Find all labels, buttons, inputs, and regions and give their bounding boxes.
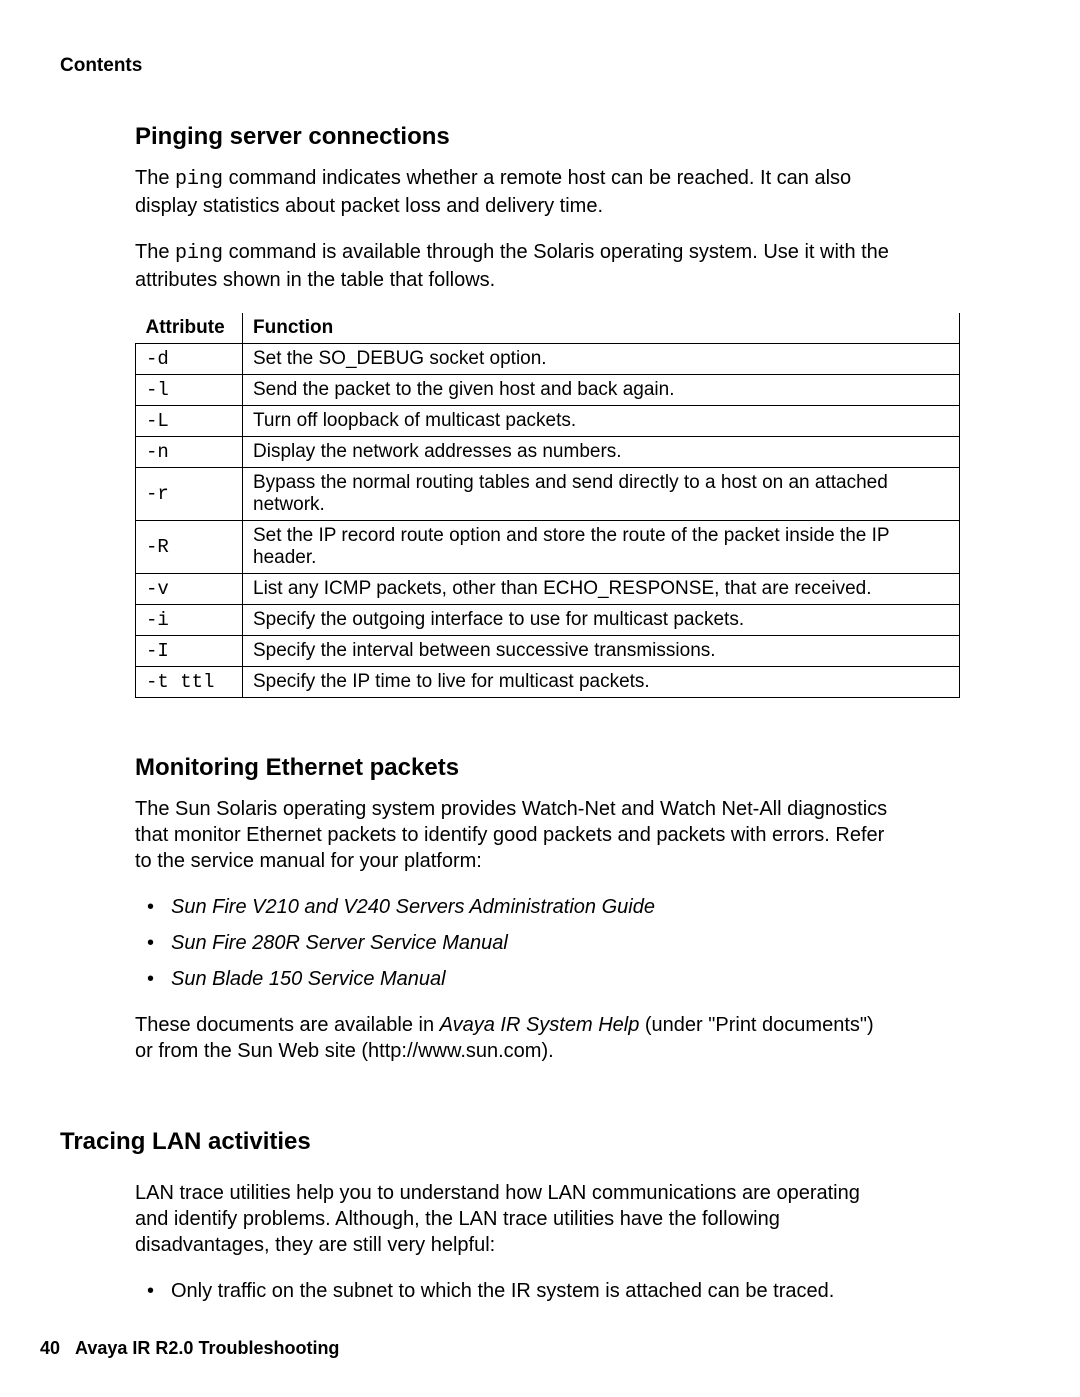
table-row: -RSet the IP record route option and sto… (136, 521, 960, 574)
cell-attribute: -L (136, 406, 243, 437)
list-item: Sun Blade 150 Service Manual (135, 966, 890, 992)
paragraph: The ping command is available through th… (135, 239, 890, 293)
section-monitoring: Monitoring Ethernet packets The Sun Sola… (135, 754, 890, 1064)
cell-function: Specify the interval between successive … (243, 636, 960, 667)
cell-function: Bypass the normal routing tables and sen… (243, 468, 960, 521)
table-row: -t ttlSpecify the IP time to live for mu… (136, 667, 960, 698)
col-header-attribute: Attribute (136, 313, 243, 344)
text-run: The (135, 167, 175, 189)
cell-attribute: -l (136, 375, 243, 406)
attributes-table: Attribute Function -dSet the SO_DEBUG so… (135, 313, 960, 698)
cell-attribute: -t ttl (136, 667, 243, 698)
list-item: Sun Fire 280R Server Service Manual (135, 930, 890, 956)
paragraph: The ping command indicates whether a rem… (135, 165, 890, 219)
table-row: -LTurn off loopback of multicast packets… (136, 406, 960, 437)
inline-code: ping (175, 168, 223, 191)
section-pinging: Pinging server connections The ping comm… (135, 123, 890, 293)
list-item: Sun Fire V210 and V240 Servers Administr… (135, 894, 890, 920)
text-run: The (135, 241, 175, 263)
cell-function: Turn off loopback of multicast packets. (243, 406, 960, 437)
heading-pinging: Pinging server connections (135, 123, 890, 151)
section-tracing-body: LAN trace utilities help you to understa… (135, 1180, 890, 1304)
table-row: -ISpecify the interval between successiv… (136, 636, 960, 667)
page-footer: 40 Avaya IR R2.0 Troubleshooting (40, 1338, 339, 1359)
cell-function: Set the IP record route option and store… (243, 521, 960, 574)
cell-function: Specify the IP time to live for multicas… (243, 667, 960, 698)
col-header-function: Function (243, 313, 960, 344)
heading-tracing: Tracing LAN activities (60, 1128, 1020, 1156)
cell-function: List any ICMP packets, other than ECHO_R… (243, 574, 960, 605)
page-number: 40 (40, 1338, 60, 1358)
text-run-italic: Avaya IR System Help (440, 1014, 640, 1036)
cell-attribute: -r (136, 468, 243, 521)
cell-function: Display the network addresses as numbers… (243, 437, 960, 468)
table-row: -lSend the packet to the given host and … (136, 375, 960, 406)
cell-attribute: -i (136, 605, 243, 636)
cell-function: Send the packet to the given host and ba… (243, 375, 960, 406)
text-run: command indicates whether a remote host … (135, 167, 851, 217)
doc-title: Avaya IR R2.0 Troubleshooting (75, 1338, 339, 1358)
cell-function: Set the SO_DEBUG socket option. (243, 344, 960, 375)
cell-attribute: -d (136, 344, 243, 375)
heading-monitoring: Monitoring Ethernet packets (135, 754, 890, 782)
table-row: -vList any ICMP packets, other than ECHO… (136, 574, 960, 605)
cell-attribute: -I (136, 636, 243, 667)
table-row: -nDisplay the network addresses as numbe… (136, 437, 960, 468)
page: Contents Pinging server connections The … (0, 0, 1080, 1397)
text-run: command is available through the Solaris… (135, 241, 889, 291)
cell-attribute: -n (136, 437, 243, 468)
table-wrapper: Attribute Function -dSet the SO_DEBUG so… (135, 313, 960, 698)
cell-function: Specify the outgoing interface to use fo… (243, 605, 960, 636)
inline-code: ping (175, 242, 223, 265)
list-item: Only traffic on the subnet to which the … (135, 1278, 890, 1304)
disadvantages-list: Only traffic on the subnet to which the … (135, 1278, 890, 1304)
text-run: These documents are available in (135, 1014, 440, 1036)
cell-attribute: -v (136, 574, 243, 605)
contents-label: Contents (60, 55, 1020, 77)
paragraph: These documents are available in Avaya I… (135, 1012, 890, 1064)
table-header-row: Attribute Function (136, 313, 960, 344)
paragraph: The Sun Solaris operating system provide… (135, 796, 890, 874)
table-row: -rBypass the normal routing tables and s… (136, 468, 960, 521)
paragraph: LAN trace utilities help you to understa… (135, 1180, 890, 1258)
table-row: -iSpecify the outgoing interface to use … (136, 605, 960, 636)
table-row: -dSet the SO_DEBUG socket option. (136, 344, 960, 375)
cell-attribute: -R (136, 521, 243, 574)
manuals-list: Sun Fire V210 and V240 Servers Administr… (135, 894, 890, 992)
